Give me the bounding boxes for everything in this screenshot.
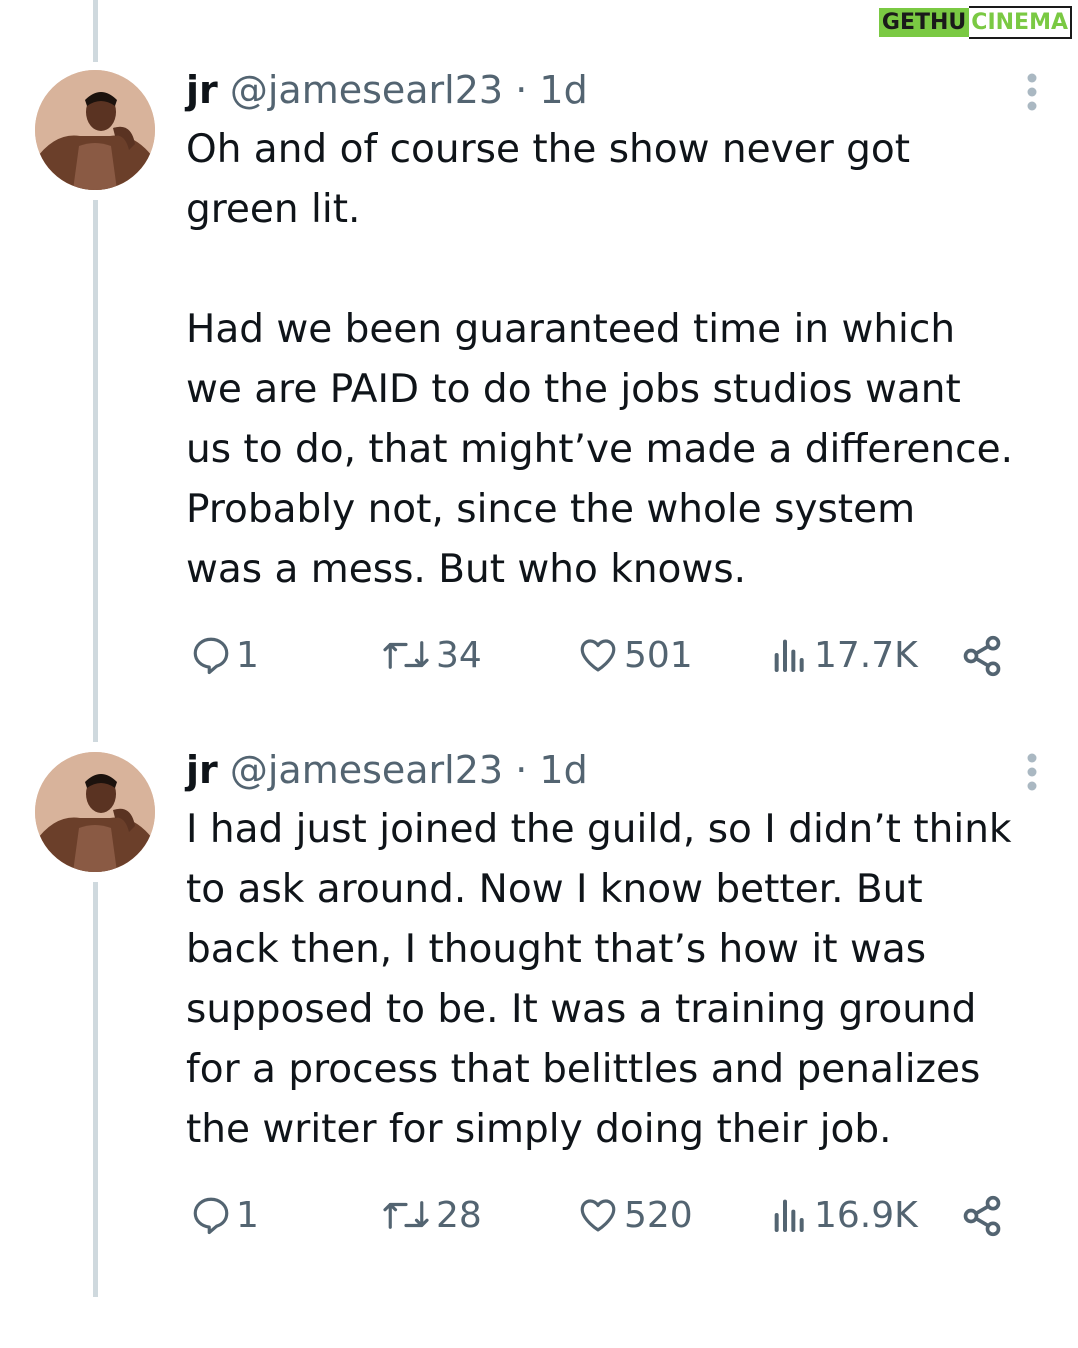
tweet-header: jr @jamesearl23 · 1d: [186, 748, 1056, 792]
thread-line-bottom: [93, 882, 98, 1297]
avatar[interactable]: [35, 752, 155, 872]
retweet-button[interactable]: 28: [380, 1194, 482, 1236]
separator-dot: ·: [515, 68, 528, 112]
share-button[interactable]: [960, 1194, 1004, 1238]
views-icon: [774, 1199, 804, 1232]
retweet-icon: [383, 1201, 429, 1229]
author-handle[interactable]: @jamesearl23: [230, 68, 503, 112]
like-icon: [580, 1199, 616, 1232]
author-name[interactable]: jr: [186, 68, 218, 112]
tweet-header: jr @jamesearl23 · 1d: [186, 68, 1056, 112]
thread-line-top: [93, 0, 98, 62]
more-icon[interactable]: [1022, 752, 1042, 792]
like-icon: [580, 639, 616, 672]
retweet-count: 34: [436, 634, 482, 676]
reply-count: 1: [236, 1194, 259, 1236]
action-bar: 1 28 520 16.9K: [186, 1194, 1016, 1242]
reply-count: 1: [236, 634, 259, 676]
tweet-2[interactable]: jr @jamesearl23 · 1d I had just joined t…: [186, 748, 1056, 1160]
like-count: 520: [624, 1194, 693, 1236]
like-count: 501: [624, 634, 693, 676]
share-icon: [963, 635, 1001, 677]
watermark-part2: CINEMA: [969, 6, 1072, 39]
retweet-count: 28: [436, 1194, 482, 1236]
like-button[interactable]: 520: [576, 1194, 693, 1236]
avatar-image: [35, 752, 155, 872]
tweet-text: I had just joined the guild, so I didn’t…: [186, 807, 1012, 1152]
reply-icon: [193, 1197, 229, 1235]
views-count: 17.7K: [814, 634, 918, 676]
author-name[interactable]: jr: [186, 748, 218, 792]
views-icon: [774, 639, 804, 672]
share-icon: [963, 1195, 1001, 1237]
retweet-button[interactable]: 34: [380, 634, 482, 676]
thread-line-middle: [93, 200, 98, 742]
views-count: 16.9K: [814, 1194, 918, 1236]
more-icon[interactable]: [1022, 72, 1042, 112]
timestamp[interactable]: 1d: [539, 68, 587, 112]
views-button[interactable]: 17.7K: [770, 634, 918, 676]
watermark-part1: GETHU: [878, 8, 970, 37]
reply-button[interactable]: 1: [190, 634, 259, 676]
avatar-image: [35, 70, 155, 190]
share-button[interactable]: [960, 634, 1004, 678]
reply-button[interactable]: 1: [190, 1194, 259, 1236]
like-button[interactable]: 501: [576, 634, 693, 676]
reply-icon: [193, 637, 229, 675]
action-bar: 1 34 501 17.7K: [186, 634, 1016, 682]
tweet-text: Oh and of course the show never got gree…: [186, 127, 1013, 592]
separator-dot: ·: [515, 748, 528, 792]
watermark-logo: GETHU CINEMA: [878, 6, 1072, 39]
author-handle[interactable]: @jamesearl23: [230, 748, 503, 792]
views-button[interactable]: 16.9K: [770, 1194, 918, 1236]
timestamp[interactable]: 1d: [539, 748, 587, 792]
avatar[interactable]: [35, 70, 155, 190]
retweet-icon: [383, 641, 429, 669]
tweet-1[interactable]: jr @jamesearl23 · 1d Oh and of course th…: [186, 68, 1056, 600]
